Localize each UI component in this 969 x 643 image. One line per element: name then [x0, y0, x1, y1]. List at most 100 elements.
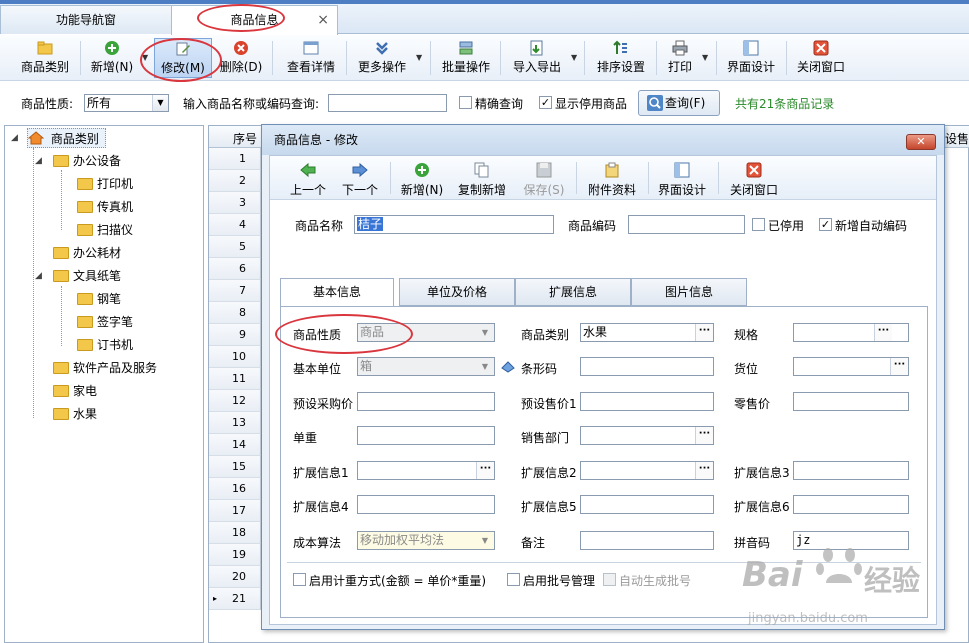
weight-field-input[interactable] [357, 426, 495, 445]
view-details-button[interactable]: 查看详情 [280, 38, 342, 78]
table-row[interactable]: 12 [209, 390, 261, 412]
category-field-input[interactable]: 水果 ··· [580, 323, 714, 342]
dialog-ui-design-button[interactable]: 界面设计 [656, 159, 708, 198]
chevron-down-icon[interactable]: ▼ [476, 532, 494, 549]
delete-button[interactable]: 删除(D) [216, 38, 266, 78]
table-row[interactable]: 18 [209, 522, 261, 544]
copy-new-button[interactable]: 复制新增 [456, 159, 508, 198]
location-field-input[interactable]: ··· [793, 357, 909, 376]
ellipsis-icon[interactable]: ··· [695, 324, 713, 341]
table-row[interactable]: 2 [209, 170, 261, 192]
unit-settings-icon[interactable] [500, 359, 516, 373]
tree-node-pen[interactable]: 钢笔 [77, 289, 121, 309]
search-input[interactable] [328, 94, 447, 112]
table-row[interactable]: 9 [209, 324, 261, 346]
save-button[interactable]: 保存(S) [522, 159, 566, 198]
table-row[interactable]: 4 [209, 214, 261, 236]
dialog-new-button[interactable]: 新增(N) [400, 159, 444, 198]
ext5-field-input[interactable] [580, 495, 714, 514]
tree-node-scanner[interactable]: 扫描仪 [77, 220, 133, 240]
unit-field-select[interactable]: 箱 ▼ [357, 357, 495, 376]
chevron-down-icon[interactable]: ▼ [476, 358, 494, 375]
tree-node-software[interactable]: 软件产品及服务 [53, 358, 157, 378]
chevron-down-icon[interactable]: ▼ [416, 53, 422, 62]
cost-field-select[interactable]: 移动加权平均法 ▼ [357, 531, 495, 550]
table-row[interactable]: 10 [209, 346, 261, 368]
table-row[interactable]: 8 [209, 302, 261, 324]
tab-function-navigator[interactable]: 功能导航窗 [0, 5, 172, 34]
tree-collapse-icon[interactable]: ◢ [35, 271, 42, 281]
ext3-field-input[interactable] [793, 461, 909, 480]
table-row[interactable]: 1 [209, 148, 261, 170]
close-icon[interactable]: × [317, 6, 329, 34]
retail-field-input[interactable] [793, 392, 909, 411]
table-row[interactable]: 11 [209, 368, 261, 390]
next-button[interactable]: 下一个 [340, 159, 380, 198]
attachment-button[interactable]: 附件资料 [586, 159, 638, 198]
product-code-input[interactable] [628, 215, 745, 234]
column-header-seq[interactable]: 序号 [233, 130, 257, 147]
tree-node-printer[interactable]: 打印机 [77, 174, 133, 194]
category-button[interactable]: 商品类别 [14, 38, 76, 78]
batch-management-checkbox[interactable] [507, 573, 520, 586]
chevron-down-icon[interactable]: ▼ [702, 53, 708, 62]
ellipsis-icon[interactable]: ··· [695, 462, 713, 479]
auto-code-checkbox[interactable]: ✓ [819, 218, 832, 231]
tab-extended-info[interactable]: 扩展信息 [515, 278, 631, 306]
query-button[interactable]: 查询(F) [638, 90, 720, 116]
remark-field-input[interactable] [580, 531, 714, 550]
ui-design-button[interactable]: 界面设计 [722, 38, 780, 78]
new-button[interactable]: 新增(N) [86, 38, 138, 78]
previous-button[interactable]: 上一个 [288, 159, 328, 198]
tree-node-stapler[interactable]: 订书机 [77, 335, 133, 355]
tree-collapse-icon[interactable]: ◢ [35, 156, 42, 166]
print-button[interactable]: 打印 [662, 38, 698, 78]
table-row[interactable]: 20 [209, 566, 261, 588]
table-row[interactable]: 15 [209, 456, 261, 478]
table-row[interactable]: 16 [209, 478, 261, 500]
table-row[interactable]: 19 [209, 544, 261, 566]
ext6-field-input[interactable] [793, 495, 909, 514]
table-row[interactable]: 13 [209, 412, 261, 434]
auto-batch-checkbox[interactable] [603, 573, 616, 586]
close-window-button[interactable]: 关闭窗口 [792, 38, 850, 78]
tree-root[interactable]: 商品类别 [27, 128, 106, 148]
ext4-field-input[interactable] [357, 495, 495, 514]
table-row[interactable]: 5 [209, 236, 261, 258]
nature-select[interactable]: 所有 ▼ [84, 94, 169, 112]
table-row[interactable]: 17 [209, 500, 261, 522]
tab-basic-info[interactable]: 基本信息 [280, 278, 394, 307]
product-name-input[interactable]: 桔子 [354, 215, 554, 234]
tree-node-fruit[interactable]: 水果 [53, 404, 97, 424]
dialog-close-window-button[interactable]: 关闭窗口 [728, 159, 780, 198]
barcode-field-input[interactable] [580, 357, 714, 376]
ellipsis-icon[interactable]: ··· [695, 427, 713, 444]
exact-query-checkbox[interactable] [459, 96, 472, 109]
sort-settings-button[interactable]: 排序设置 [590, 38, 652, 78]
ellipsis-icon[interactable]: ··· [874, 324, 892, 341]
spec-field-input[interactable]: ··· [793, 323, 909, 342]
disabled-checkbox[interactable] [752, 218, 765, 231]
chevron-down-icon[interactable]: ▼ [571, 53, 577, 62]
measure-by-weight-checkbox[interactable] [293, 573, 306, 586]
sale-field-input[interactable] [580, 392, 714, 411]
ellipsis-icon[interactable]: ··· [890, 358, 908, 375]
tab-image-info[interactable]: 图片信息 [631, 278, 747, 306]
show-disabled-checkbox[interactable]: ✓ [539, 96, 552, 109]
tree-node-office-supplies[interactable]: 办公耗材 [53, 243, 121, 263]
tree-collapse-icon[interactable]: ◢ [11, 133, 18, 143]
close-icon[interactable]: ✕ [906, 134, 936, 150]
ext2-field-input[interactable]: ··· [580, 461, 714, 480]
ellipsis-icon[interactable]: ··· [476, 462, 494, 479]
batch-operation-button[interactable]: 批量操作 [436, 38, 496, 78]
chevron-down-icon[interactable]: ▼ [152, 95, 168, 111]
column-header-right[interactable]: 设售 [945, 130, 969, 147]
dept-field-input[interactable]: ··· [580, 426, 714, 445]
ext1-field-input[interactable]: ··· [357, 461, 495, 480]
table-row[interactable]: 3 [209, 192, 261, 214]
tree-node-appliance[interactable]: 家电 [53, 381, 97, 401]
chevron-down-icon[interactable]: ▼ [476, 324, 494, 341]
tree-node-fax[interactable]: 传真机 [77, 197, 133, 217]
tree-node-office-equipment[interactable]: 办公设备 [53, 151, 121, 171]
more-actions-button[interactable]: 更多操作 [352, 38, 412, 78]
